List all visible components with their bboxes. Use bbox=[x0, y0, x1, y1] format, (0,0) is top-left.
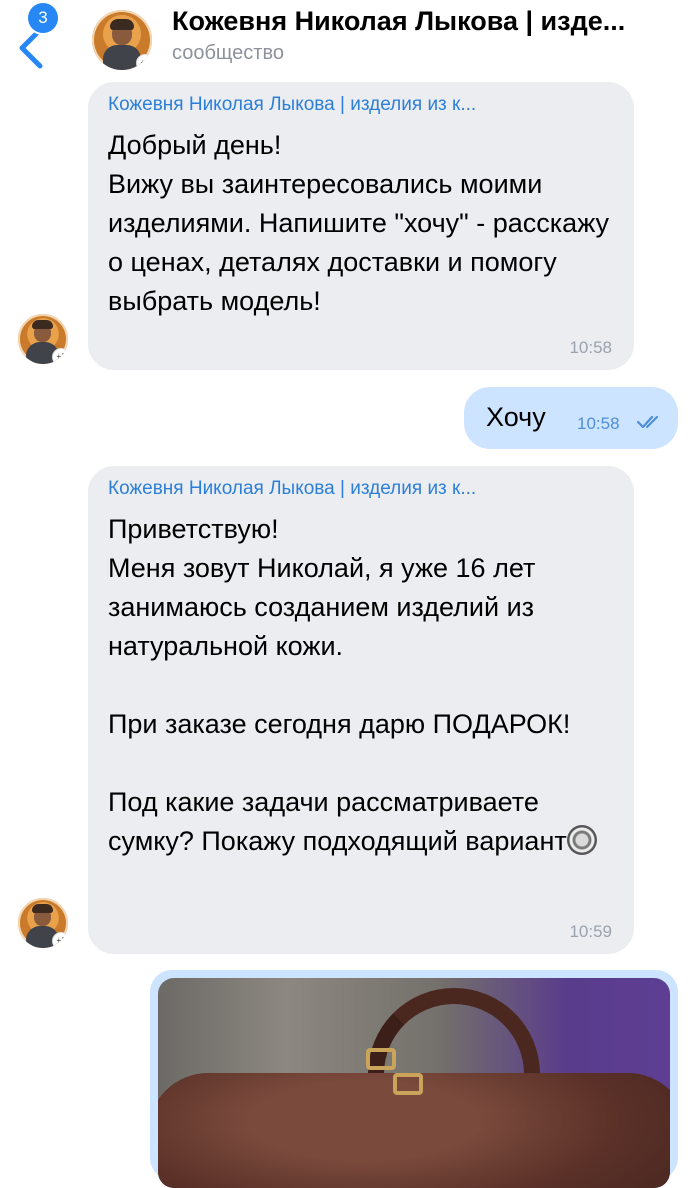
bag-buckle bbox=[366, 1048, 396, 1070]
message-text: Хочу bbox=[486, 402, 546, 432]
sender-name[interactable]: Кожевня Николая Лыкова | изделия из к... bbox=[108, 94, 608, 116]
bag-buckle bbox=[393, 1073, 423, 1095]
sender-avatar[interactable]: +1 bbox=[18, 314, 68, 364]
message-incoming[interactable]: Кожевня Николая Лыкова | изделия из к...… bbox=[88, 466, 634, 954]
radio-button-emoji bbox=[566, 825, 597, 855]
message-text: Приветствую! Меня зовут Николай, я уже 1… bbox=[108, 510, 618, 861]
message-text-body: Приветствую! Меня зовут Николай, я уже 1… bbox=[108, 514, 571, 856]
community-avatar[interactable]: +1 bbox=[92, 10, 152, 70]
message-time: 10:58 bbox=[569, 338, 612, 357]
online-plus-icon: +1 bbox=[53, 349, 68, 364]
online-plus-icon: +1 bbox=[137, 55, 152, 70]
message-incoming[interactable]: Кожевня Николая Лыкова | изделия из к...… bbox=[88, 82, 634, 370]
unread-count-badge: 3 bbox=[28, 3, 58, 33]
leather-bag-photo[interactable] bbox=[158, 978, 670, 1188]
chat-title[interactable]: Кожевня Николая Лыкова | изде... bbox=[172, 6, 672, 37]
sender-name[interactable]: Кожевня Николая Лыкова | изделия из к... bbox=[108, 478, 608, 500]
message-time: 10:58 bbox=[577, 414, 620, 433]
sender-avatar[interactable]: +1 bbox=[18, 898, 68, 948]
message-text: Добрый день! Вижу вы заинтересовались мо… bbox=[108, 130, 610, 316]
double-check-icon bbox=[637, 415, 659, 429]
chat-subtitle: сообщество bbox=[172, 42, 284, 64]
photo-message[interactable] bbox=[150, 970, 678, 1188]
chat-header: 3 +1 Кожевня Николая Лыкова | изде... со… bbox=[0, 0, 700, 80]
online-plus-icon: +1 bbox=[53, 933, 68, 948]
message-time: 10:59 bbox=[569, 922, 612, 941]
message-outgoing[interactable]: Хочу 10:58 bbox=[464, 387, 678, 449]
